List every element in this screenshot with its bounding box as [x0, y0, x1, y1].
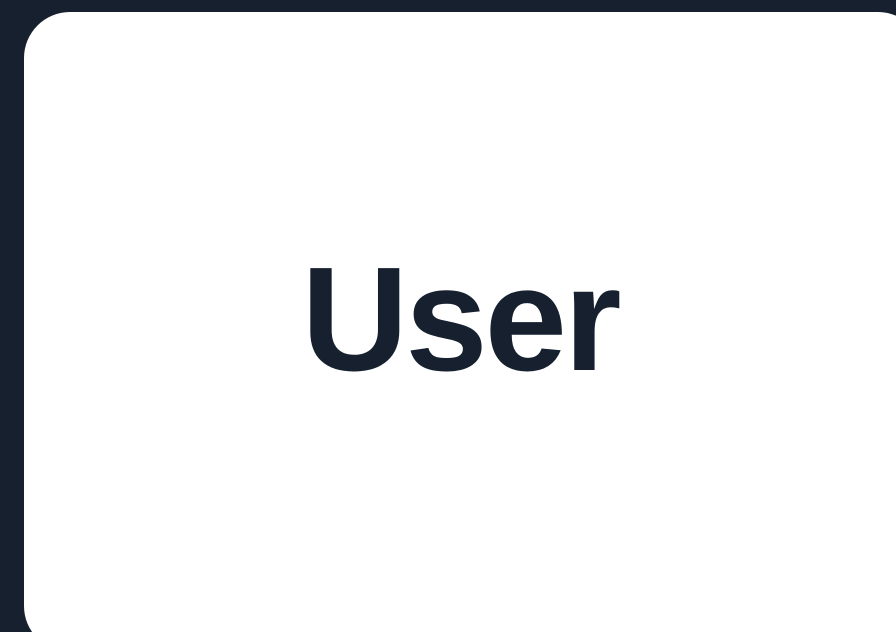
user-card[interactable]: User	[24, 12, 896, 632]
screen-background: User	[0, 0, 896, 632]
card-label: User	[301, 237, 621, 402]
